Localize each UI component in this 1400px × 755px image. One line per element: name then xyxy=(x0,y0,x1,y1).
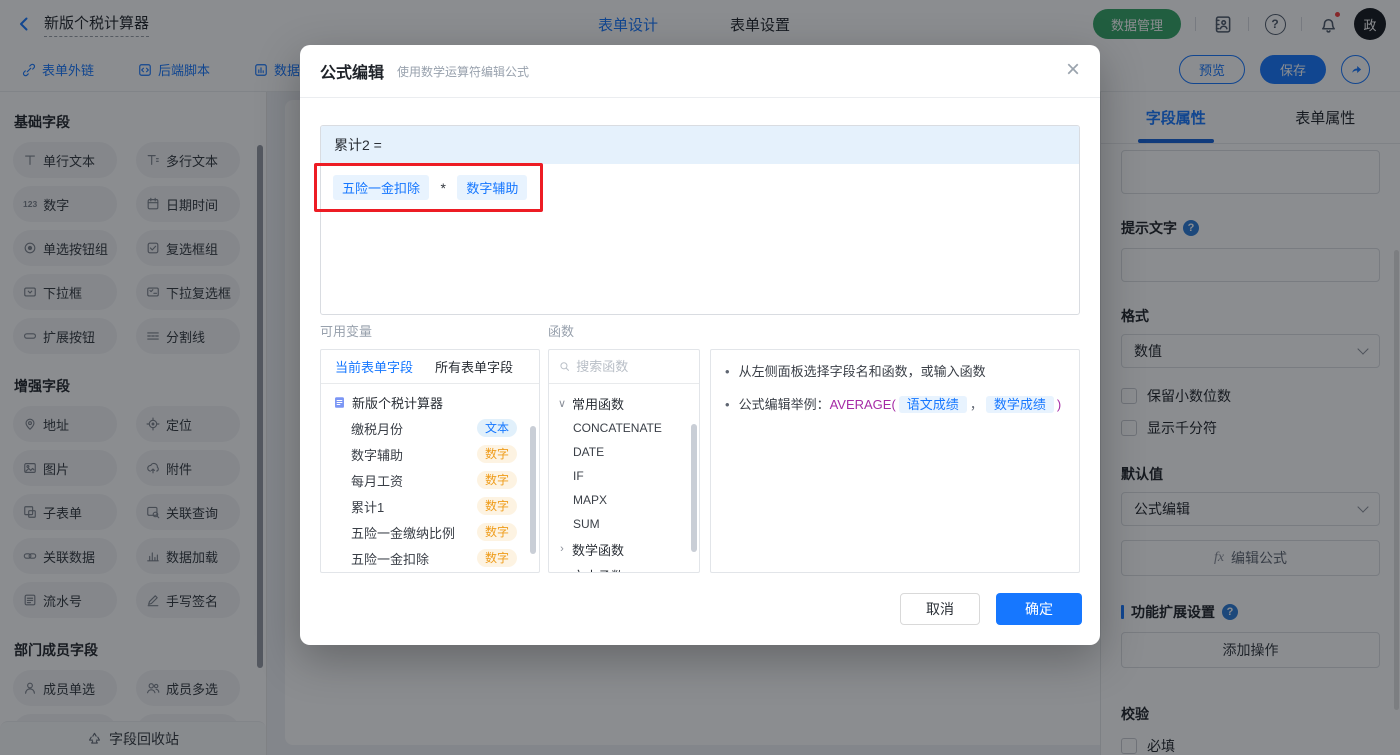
bullet: • xyxy=(725,364,730,379)
functions-scrollbar[interactable] xyxy=(691,424,697,552)
function-search-input[interactable] xyxy=(576,359,689,374)
function-item[interactable]: CONCATENATE xyxy=(549,416,699,440)
variable-row-clipped[interactable] xyxy=(321,571,539,572)
close-icon[interactable]: × xyxy=(1066,58,1080,82)
type-badge-text: 文本 xyxy=(476,419,517,437)
functions-label: 函数 xyxy=(548,324,575,339)
chevron-closed-icon: › xyxy=(560,543,564,555)
dialog-subtitle: 使用数学运算符编辑公式 xyxy=(397,64,530,79)
dialog-footer: 取消 确定 xyxy=(900,593,1082,625)
function-item[interactable]: IF xyxy=(549,464,699,488)
variables-panel: 当前表单字段 所有表单字段 新版个税计算器 缴税月份 文本 数字辅助 数字 每月… xyxy=(320,349,540,573)
type-badge-number: 数字 xyxy=(476,445,517,463)
formula-editor[interactable]: 累计2 = 五险一金扣除 * 数字辅助 xyxy=(320,125,1080,315)
type-badge-number: 数字 xyxy=(476,549,517,567)
formula-token-field[interactable]: 五险一金扣除 xyxy=(333,175,430,200)
chevron-open-icon: ∨ xyxy=(557,397,567,410)
function-group-text[interactable]: › 文本函数 xyxy=(549,562,699,573)
variable-row[interactable]: 累计1 数字 xyxy=(321,493,539,519)
confirm-button[interactable]: 确定 xyxy=(996,593,1082,625)
example-token: 数学成绩 xyxy=(985,396,1054,413)
function-item[interactable]: SUM xyxy=(549,512,699,536)
type-badge-number: 数字 xyxy=(476,497,517,515)
functions-panel: ∨ 常用函数 CONCATENATE DATE IF MAPX SUM › 数学… xyxy=(548,349,700,573)
search-icon xyxy=(560,362,569,371)
tip-line-2: • 公式编辑举例：AVERAGE(语文成绩，数学成绩) xyxy=(725,395,1065,415)
bullet: • xyxy=(725,397,730,412)
function-close-paren: ) xyxy=(1056,397,1062,412)
tips-panel: • 从左侧面板选择字段名和函数，或输入函数 • 公式编辑举例：AVERAGE(语… xyxy=(710,349,1080,573)
variable-row[interactable]: 每月工资 数字 xyxy=(321,467,539,493)
tip-line-1: • 从左侧面板选择字段名和函数，或输入函数 xyxy=(725,362,1065,382)
cancel-button[interactable]: 取消 xyxy=(900,593,980,625)
variable-row[interactable]: 五险一金缴纳比例 数字 xyxy=(321,519,539,545)
formula-token-field[interactable]: 数字辅助 xyxy=(457,175,528,200)
form-doc-icon xyxy=(335,396,344,408)
function-group-math[interactable]: › 数学函数 xyxy=(549,536,699,562)
function-item[interactable]: MAPX xyxy=(549,488,699,512)
dialog-title: 公式编辑 xyxy=(320,65,385,82)
function-group-common[interactable]: ∨ 常用函数 xyxy=(549,390,699,416)
variables-label: 可用变量 xyxy=(320,324,373,339)
variable-row[interactable]: 五险一金扣除 数字 xyxy=(321,545,539,571)
formula-target: 累计2 = xyxy=(321,126,1079,164)
type-badge-number: 数字 xyxy=(476,523,517,541)
formula-edit-dialog: 公式编辑 使用数学运算符编辑公式 × 累计2 = 五险一金扣除 * 数字辅助 可… xyxy=(300,45,1100,645)
tip-example: 公式编辑举例：AVERAGE(语文成绩，数学成绩) xyxy=(738,396,1062,413)
tab-all-form-fields[interactable]: 所有表单字段 xyxy=(435,357,513,376)
variables-tabs: 当前表单字段 所有表单字段 xyxy=(321,350,539,384)
type-badge-number: 数字 xyxy=(476,471,517,489)
app-window: 新版个税计算器 表单设计 表单设置 数据管理 ? 政 表单外链 后端脚本 数据权… xyxy=(0,0,1400,755)
variables-list: 新版个税计算器 缴税月份 文本 数字辅助 数字 每月工资 数字 累计1 数字 五… xyxy=(321,384,539,572)
variables-scrollbar[interactable] xyxy=(530,426,536,554)
variables-root-node[interactable]: 新版个税计算器 xyxy=(321,389,539,415)
formula-operator: * xyxy=(440,180,446,196)
function-tree: ∨ 常用函数 CONCATENATE DATE IF MAPX SUM › 数学… xyxy=(549,384,699,573)
function-name-text: AVERAGE( xyxy=(829,397,896,412)
formula-expression[interactable]: 五险一金扣除 * 数字辅助 xyxy=(321,164,1079,211)
dialog-header: 公式编辑 使用数学运算符编辑公式 × xyxy=(300,45,1100,98)
variable-row[interactable]: 数字辅助 数字 xyxy=(321,441,539,467)
function-item[interactable]: DATE xyxy=(549,440,699,464)
chevron-closed-icon: › xyxy=(557,569,567,572)
function-search[interactable] xyxy=(549,350,699,384)
example-token: 语文成绩 xyxy=(898,396,967,413)
variable-row[interactable]: 缴税月份 文本 xyxy=(321,415,539,441)
tab-current-form-fields[interactable]: 当前表单字段 xyxy=(335,357,413,376)
